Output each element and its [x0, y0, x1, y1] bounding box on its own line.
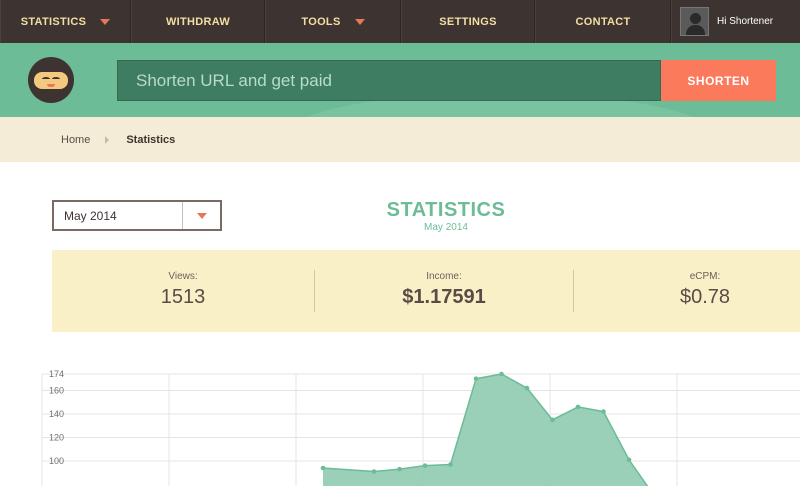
breadcrumb-current: Statistics — [126, 133, 176, 146]
month-select-value: May 2014 — [64, 208, 117, 223]
chart-point[interactable] — [473, 376, 479, 381]
views-chart: 100 120 140 160 174 — [41, 369, 800, 486]
ninja-logo-icon[interactable] — [28, 57, 74, 103]
user-greeting: Hi Shortener — [717, 16, 774, 27]
chart-point[interactable] — [371, 469, 377, 474]
chart-point[interactable] — [524, 385, 530, 391]
stat-views: Views: 1513 — [52, 250, 314, 332]
y-tick-label: 140 — [49, 409, 64, 419]
chart-point[interactable] — [626, 457, 632, 463]
nav-item-withdraw[interactable]: WITHDRAW — [131, 0, 265, 43]
y-tick-label: 120 — [49, 432, 64, 442]
chart-point[interactable] — [499, 371, 504, 377]
chart-point[interactable] — [320, 465, 326, 471]
chevron-down-icon — [196, 212, 207, 219]
chevron-right-icon — [105, 135, 110, 144]
stats-summary: Views: 1513 Income: $1.17591 eCPM: $0.78 — [52, 250, 800, 332]
nav-item-label: SETTINGS — [439, 15, 497, 28]
chart-y-ticks: 100 120 140 160 174 — [42, 369, 800, 466]
nav-item-label: STATISTICS — [20, 15, 87, 28]
nav-item-tools[interactable]: TOOLS — [265, 0, 401, 43]
nav-item-label: TOOLS — [301, 15, 341, 28]
stat-income: Income: $1.17591 — [315, 250, 573, 332]
stat-ecpm: eCPM: $0.78 — [574, 250, 800, 332]
y-tick-label: 160 — [49, 385, 64, 395]
chart-point[interactable] — [575, 404, 581, 410]
breadcrumb: Home Statistics — [0, 117, 800, 162]
stat-income-value: $1.17591 — [402, 286, 486, 308]
stat-ecpm-label: eCPM: — [689, 271, 721, 282]
page-subtitle: May 2014 — [424, 222, 468, 233]
stat-views-value: 1513 — [160, 286, 206, 308]
chevron-down-icon — [100, 18, 111, 25]
chevron-down-icon — [354, 18, 365, 25]
month-select-toggle[interactable] — [182, 202, 220, 229]
y-tick-label: 100 — [49, 456, 64, 466]
header-bar: SHORTEN — [0, 43, 800, 117]
breadcrumb-home-link[interactable]: Home — [61, 134, 90, 146]
y-tick-label: 174 — [49, 369, 64, 379]
stat-views-label: Views: — [168, 271, 198, 282]
chart-point[interactable] — [550, 417, 555, 423]
nav-item-contact[interactable]: CONTACT — [535, 0, 671, 43]
shorten-url-input[interactable] — [117, 60, 661, 101]
nav-item-statistics[interactable]: STATISTICS — [0, 0, 131, 43]
page-title: STATISTICS — [386, 199, 506, 221]
avatar — [680, 7, 709, 36]
user-menu[interactable]: Hi Shortener — [671, 0, 800, 43]
chart-point[interactable] — [397, 466, 402, 472]
stat-income-label: Income: — [426, 271, 462, 282]
chart-point[interactable] — [422, 463, 428, 468]
stat-ecpm-value: $0.78 — [679, 286, 731, 308]
chart-point[interactable] — [448, 462, 453, 467]
month-select[interactable]: May 2014 — [52, 200, 222, 231]
nav-item-settings[interactable]: SETTINGS — [401, 0, 535, 43]
chart-point[interactable] — [601, 409, 606, 414]
nav-item-label: WITHDRAW — [165, 15, 231, 28]
nav-item-label: CONTACT — [575, 15, 631, 28]
top-nav: STATISTICS WITHDRAW TOOLS SETTINGS CONTA… — [0, 0, 800, 43]
shorten-button[interactable]: SHORTEN — [661, 60, 776, 101]
